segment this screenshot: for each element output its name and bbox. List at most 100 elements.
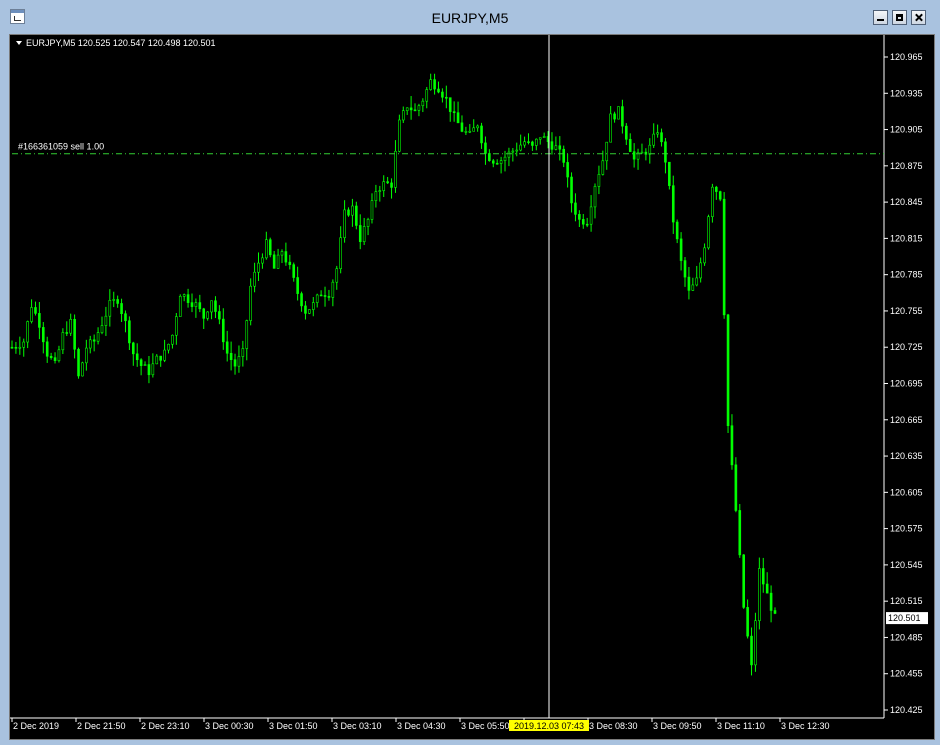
price-chart[interactable]: 120.965 120.935 120.905 120.875 120.845 120.8… bbox=[10, 35, 934, 739]
candle-body bbox=[726, 314, 730, 427]
candle-body bbox=[491, 160, 495, 164]
price-tick-label: 120.935 bbox=[890, 88, 923, 98]
candle-body bbox=[707, 216, 710, 249]
candle-body bbox=[660, 132, 663, 143]
price-tick-label: 120.755 bbox=[890, 306, 923, 316]
candle-body bbox=[628, 138, 632, 152]
price-tick-label: 120.425 bbox=[890, 705, 923, 715]
candle-body bbox=[621, 106, 624, 127]
time-tick-label: 3 Dec 08:30 bbox=[589, 721, 638, 731]
candle-body bbox=[413, 109, 417, 112]
candle-body bbox=[765, 583, 769, 594]
candle-body bbox=[699, 262, 702, 279]
candle-body bbox=[167, 343, 170, 351]
candle-body bbox=[327, 296, 331, 298]
candle-body bbox=[194, 302, 198, 307]
price-tick-label: 120.485 bbox=[890, 632, 923, 642]
price-tick-label: 120.545 bbox=[890, 560, 923, 570]
candle-body bbox=[718, 191, 722, 200]
candle-body bbox=[562, 148, 566, 163]
price-tick-label: 120.785 bbox=[890, 270, 923, 280]
time-tick-label: 3 Dec 12:30 bbox=[781, 721, 830, 731]
candle-body bbox=[703, 247, 706, 264]
candle-body bbox=[527, 141, 530, 143]
candle-body bbox=[245, 320, 249, 349]
candle-body bbox=[386, 181, 389, 184]
time-tick-label: 3 Dec 05:50 bbox=[461, 721, 510, 731]
price-tick-label: 120.845 bbox=[890, 197, 923, 207]
candle-body bbox=[695, 277, 699, 286]
candle-body bbox=[711, 186, 714, 217]
candle-body bbox=[249, 285, 252, 321]
candle-body bbox=[652, 133, 656, 146]
candle-body bbox=[668, 161, 671, 186]
candle-body bbox=[120, 303, 123, 315]
candle-body bbox=[656, 132, 659, 135]
candle-body bbox=[14, 347, 18, 349]
price-tick-label: 120.665 bbox=[890, 415, 923, 425]
close-button[interactable] bbox=[911, 10, 926, 25]
candle-body bbox=[304, 305, 307, 314]
candle-body bbox=[288, 261, 292, 265]
chart-area[interactable]: 120.965 120.935 120.905 120.875 120.845 120.8… bbox=[9, 34, 935, 740]
candle-body bbox=[476, 125, 479, 129]
candle-body bbox=[319, 294, 323, 297]
candle-body bbox=[202, 308, 206, 319]
minimize-icon bbox=[877, 19, 884, 21]
candle-body bbox=[734, 464, 738, 511]
candle-body bbox=[664, 141, 667, 163]
candle-body bbox=[159, 355, 162, 361]
time-tick-label: 3 Dec 04:30 bbox=[397, 721, 446, 731]
candle-body bbox=[542, 136, 546, 138]
candle-body bbox=[554, 145, 558, 150]
close-icon bbox=[915, 14, 922, 21]
candle-body bbox=[206, 311, 209, 319]
maximize-button[interactable] bbox=[892, 10, 907, 25]
candle-body bbox=[45, 341, 49, 357]
candle-body bbox=[257, 262, 260, 273]
candle-body bbox=[57, 349, 61, 361]
window-title: EURJPY,M5 bbox=[431, 10, 509, 26]
price-tick-label: 120.515 bbox=[890, 596, 923, 606]
candle-body bbox=[550, 141, 554, 150]
candle-body bbox=[437, 88, 440, 93]
candle-body bbox=[308, 309, 311, 314]
candle-body bbox=[632, 151, 636, 160]
candle-body bbox=[81, 362, 84, 377]
candle-body bbox=[511, 150, 515, 153]
candle-body bbox=[175, 316, 178, 336]
time-tick-label: 3 Dec 09:50 bbox=[653, 721, 702, 731]
minimize-button[interactable] bbox=[873, 10, 888, 25]
candle-body bbox=[578, 214, 581, 220]
candle-body bbox=[100, 325, 104, 333]
dropdown-triangle-icon[interactable] bbox=[16, 41, 22, 45]
candle-body bbox=[131, 342, 135, 355]
price-tick-label: 120.605 bbox=[890, 487, 923, 497]
candle-body bbox=[750, 635, 753, 666]
candle-body bbox=[96, 332, 100, 342]
candle-body bbox=[738, 510, 742, 556]
candle-body bbox=[272, 254, 276, 269]
order-line-label: #166361059 sell 1.00 bbox=[18, 142, 104, 152]
candle-body bbox=[640, 151, 644, 154]
candle-body bbox=[417, 105, 421, 111]
candle-body bbox=[323, 295, 327, 297]
candle-body bbox=[609, 113, 612, 143]
candle-body bbox=[178, 296, 182, 317]
time-tick-label: 3 Dec 03:10 bbox=[333, 721, 382, 731]
window-titlebar[interactable]: EURJPY,M5 bbox=[0, 0, 940, 34]
candle-body bbox=[503, 156, 507, 161]
candle-body bbox=[85, 347, 88, 364]
candle-body bbox=[773, 610, 777, 614]
candle-body bbox=[448, 97, 452, 112]
candle-body bbox=[394, 150, 397, 188]
candle-body bbox=[128, 320, 131, 344]
candle-body bbox=[73, 319, 76, 350]
candle-body bbox=[441, 91, 444, 98]
price-tick-label: 120.815 bbox=[890, 233, 923, 243]
price-tick-label: 120.575 bbox=[890, 524, 923, 534]
candle-body bbox=[237, 356, 241, 367]
candle-body bbox=[593, 186, 597, 208]
crosshair-time-label: 2019.12.03 07:43 bbox=[514, 721, 584, 731]
time-tick-label: 3 Dec 11:10 bbox=[717, 721, 765, 731]
